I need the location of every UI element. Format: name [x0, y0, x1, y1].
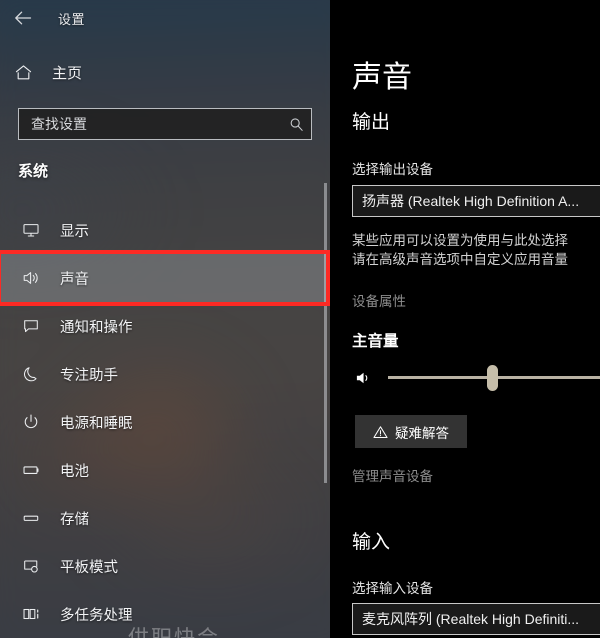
search-icon[interactable]: [281, 117, 311, 132]
output-device-dropdown[interactable]: 扬声器 (Realtek High Definition A...: [352, 185, 600, 217]
output-device-value: 扬声器 (Realtek High Definition A...: [362, 193, 580, 209]
master-volume-row: [352, 360, 600, 396]
settings-sidebar: 设置 主页 查找设置 系统 显示 声音 通知和操作 专注助手 电源和睡眠 电池 …: [0, 0, 330, 638]
sound-settings-panel: 声音 输出 选择输出设备 扬声器 (Realtek High Definitio…: [330, 0, 600, 638]
monitor-icon: [16, 221, 46, 239]
window-title: 设置: [58, 12, 86, 27]
sidebar-section-header: 系统: [18, 163, 49, 180]
sidebar-item-home-label: 主页: [52, 64, 83, 82]
storage-icon: [16, 509, 46, 527]
input-section-heading: 输入: [352, 532, 391, 553]
sidebar-item-display[interactable]: 显示: [0, 206, 330, 254]
input-device-label: 选择输入设备: [352, 581, 433, 596]
output-description-line1: 某些应用可以设置为使用与此处选择: [352, 233, 568, 248]
tablet-mode-icon: [16, 557, 46, 575]
sidebar-item-storage-label: 存储: [60, 511, 89, 528]
search-input[interactable]: 查找设置: [19, 114, 281, 134]
sidebar-item-notifications[interactable]: 通知和操作: [0, 302, 330, 350]
notification-icon: [16, 317, 46, 335]
output-description-line2: 请在高级声音选项中自定义应用音量: [352, 252, 568, 267]
sidebar-titlebar: 设置: [0, 0, 330, 36]
warning-triangle-icon: [373, 425, 388, 439]
sidebar-nav-list: 显示 声音 通知和操作 专注助手 电源和睡眠 电池 存储 平板模式 多任务处理: [0, 206, 330, 638]
output-description: 某些应用可以设置为使用与此处选择 请在高级声音选项中自定义应用音量: [352, 231, 600, 269]
output-device-label: 选择输出设备: [352, 162, 433, 177]
volume-slider-thumb[interactable]: [487, 365, 498, 391]
sidebar-item-notifications-label: 通知和操作: [60, 319, 133, 336]
speaker-icon[interactable]: [352, 366, 376, 390]
home-icon: [14, 63, 42, 82]
multitasking-icon: [16, 605, 46, 623]
power-icon: [16, 413, 46, 431]
back-arrow-icon[interactable]: [10, 6, 36, 30]
sidebar-item-home[interactable]: 主页: [14, 56, 314, 88]
sidebar-item-display-label: 显示: [60, 223, 89, 240]
sidebar-item-focus-assist-label: 专注助手: [60, 367, 118, 384]
page-title: 声音: [352, 61, 412, 94]
input-device-dropdown[interactable]: 麦克风阵列 (Realtek High Definiti...: [352, 603, 600, 635]
speaker-icon: [16, 269, 46, 287]
troubleshoot-button[interactable]: 疑难解答: [355, 415, 467, 448]
sidebar-scrollbar[interactable]: [323, 0, 328, 638]
sidebar-item-battery[interactable]: 电池: [0, 446, 330, 494]
moon-icon: [16, 365, 46, 383]
sidebar-item-sound-label: 声音: [60, 271, 89, 288]
input-device-value: 麦克风阵列 (Realtek High Definiti...: [362, 611, 580, 627]
device-properties-link[interactable]: 设备属性: [352, 290, 406, 310]
watermark-text: 供职快会: [128, 622, 220, 638]
sidebar-item-multitasking-label: 多任务处理: [60, 607, 133, 624]
output-section-heading: 输出: [352, 112, 391, 133]
sidebar-item-sound[interactable]: 声音: [0, 254, 330, 302]
search-box[interactable]: 查找设置: [18, 108, 312, 140]
sidebar-item-power-sleep-label: 电源和睡眠: [60, 415, 133, 432]
sidebar-item-storage[interactable]: 存储: [0, 494, 330, 542]
manage-sound-devices-link[interactable]: 管理声音设备: [352, 465, 433, 485]
sidebar-item-power-sleep[interactable]: 电源和睡眠: [0, 398, 330, 446]
sidebar-item-tablet-mode[interactable]: 平板模式: [0, 542, 330, 590]
sidebar-item-battery-label: 电池: [60, 463, 89, 480]
settings-window: 设置 主页 查找设置 系统 显示 声音 通知和操作 专注助手 电源和睡眠 电池 …: [0, 0, 600, 638]
sidebar-item-tablet-mode-label: 平板模式: [60, 559, 118, 576]
battery-icon: [16, 461, 46, 479]
master-volume-heading: 主音量: [352, 333, 399, 350]
troubleshoot-button-label: 疑难解答: [395, 425, 449, 441]
sidebar-item-focus-assist[interactable]: 专注助手: [0, 350, 330, 398]
sidebar-scrollbar-thumb[interactable]: [324, 183, 327, 483]
